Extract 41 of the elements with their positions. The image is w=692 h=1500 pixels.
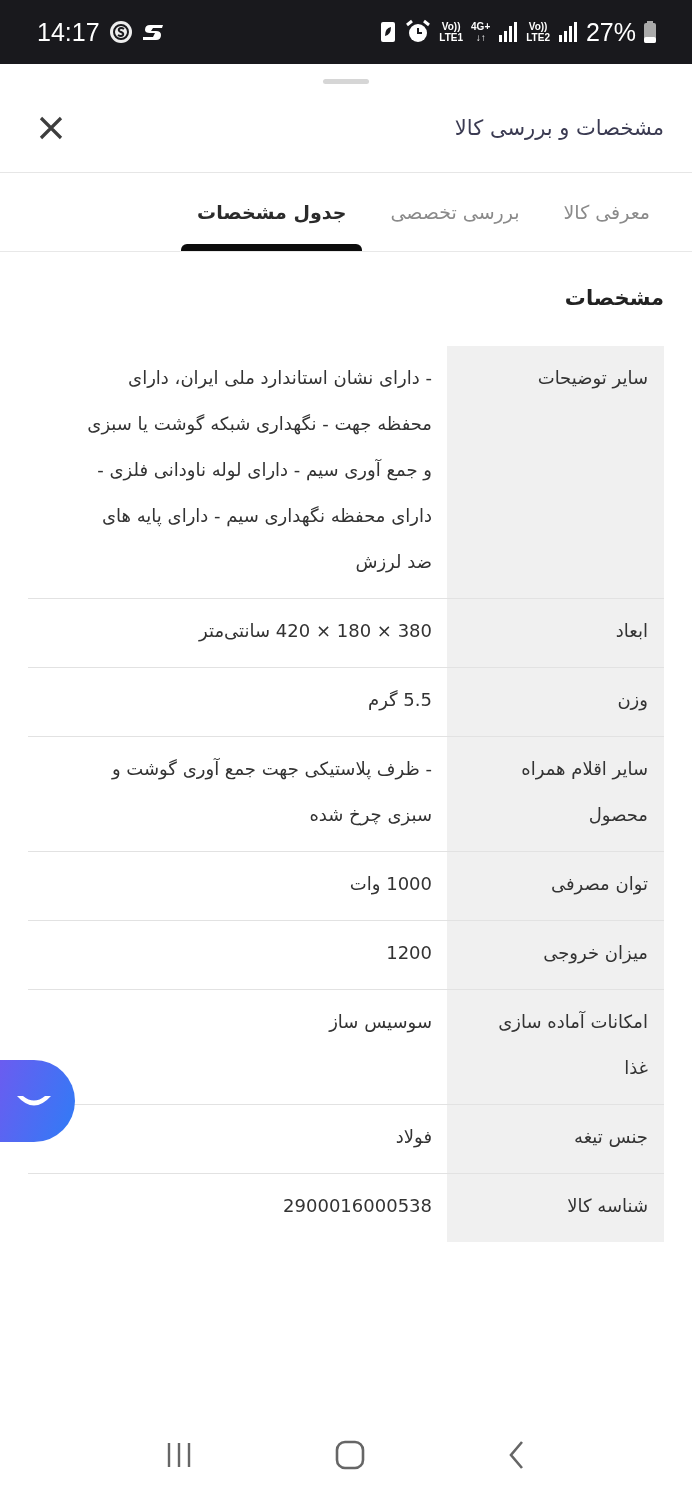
spec-value: سوسیس ساز bbox=[327, 1010, 432, 1035]
spec-label: سایر اقلام همراه محصول bbox=[447, 737, 664, 851]
battery-level: 27% bbox=[585, 17, 636, 47]
alarm-icon bbox=[405, 19, 432, 45]
spec-value: 1200 bbox=[385, 941, 432, 965]
spec-value: - دارای نشان استاندارد ملی ایران، دارای محفظه جهت - نگهداری شبکه گوشت یا سبزی و جمع آوری سیم - دارای لوله ناودانی فلزی - دارای محفظه نگهداری سیم - دارای پایه های ضد لرزش bbox=[86, 366, 432, 575]
spec-label: میزان خروجی bbox=[447, 921, 664, 989]
drag-handle[interactable] bbox=[323, 79, 369, 84]
signal-icon bbox=[557, 21, 578, 43]
spec-label: شناسه کالا bbox=[447, 1174, 664, 1242]
network-label: Vo)) LTE2 bbox=[526, 21, 550, 43]
spec-value: فولاد bbox=[394, 1125, 432, 1150]
tab[interactable]: بررسی تخصصی bbox=[368, 173, 542, 251]
spec-label: امکانات آماده سازی غذا bbox=[447, 990, 664, 1104]
section-title: مشخصات bbox=[564, 286, 664, 310]
battery-icon bbox=[644, 21, 656, 43]
spec-value: 380 × 180 × 420 سانتی‌متر bbox=[197, 619, 432, 644]
app-icon bbox=[108, 20, 133, 44]
app-icon bbox=[141, 22, 164, 42]
spec-label: توان مصرفی bbox=[447, 852, 664, 920]
spec-label: وزن bbox=[447, 668, 664, 736]
spec-value: 2900016000538 bbox=[282, 1194, 432, 1218]
tab[interactable]: معرفی کالا bbox=[541, 173, 672, 251]
spec-label: ابعاد bbox=[447, 599, 664, 667]
spec-value: - ظرف پلاستیکی جهت جمع آوری گوشت و سبزی چرخ شده bbox=[110, 757, 432, 828]
close-icon bbox=[38, 115, 64, 141]
signal-icon bbox=[498, 21, 519, 43]
sheet-title: مشخصات و بررسی کالا bbox=[454, 116, 664, 140]
spec-value: 1000 وات bbox=[348, 872, 432, 897]
spec-value: 5.5 گرم bbox=[367, 688, 432, 713]
network-label: Vo)) LTE1 bbox=[439, 21, 464, 43]
battery-saver-icon bbox=[379, 20, 398, 44]
spec-label: سایر توضیحات bbox=[447, 346, 664, 598]
spec-label: جنس تیغه bbox=[447, 1105, 664, 1173]
home-icon bbox=[335, 1440, 365, 1470]
back-icon bbox=[507, 1440, 526, 1470]
recent-apps-icon bbox=[166, 1441, 193, 1469]
network-label: 4G+ ↓↑ bbox=[471, 21, 491, 43]
chat-button[interactable] bbox=[0, 1060, 75, 1142]
clock: 14:17 bbox=[37, 17, 100, 47]
tab[interactable]: جدول مشخصات bbox=[175, 173, 369, 251]
